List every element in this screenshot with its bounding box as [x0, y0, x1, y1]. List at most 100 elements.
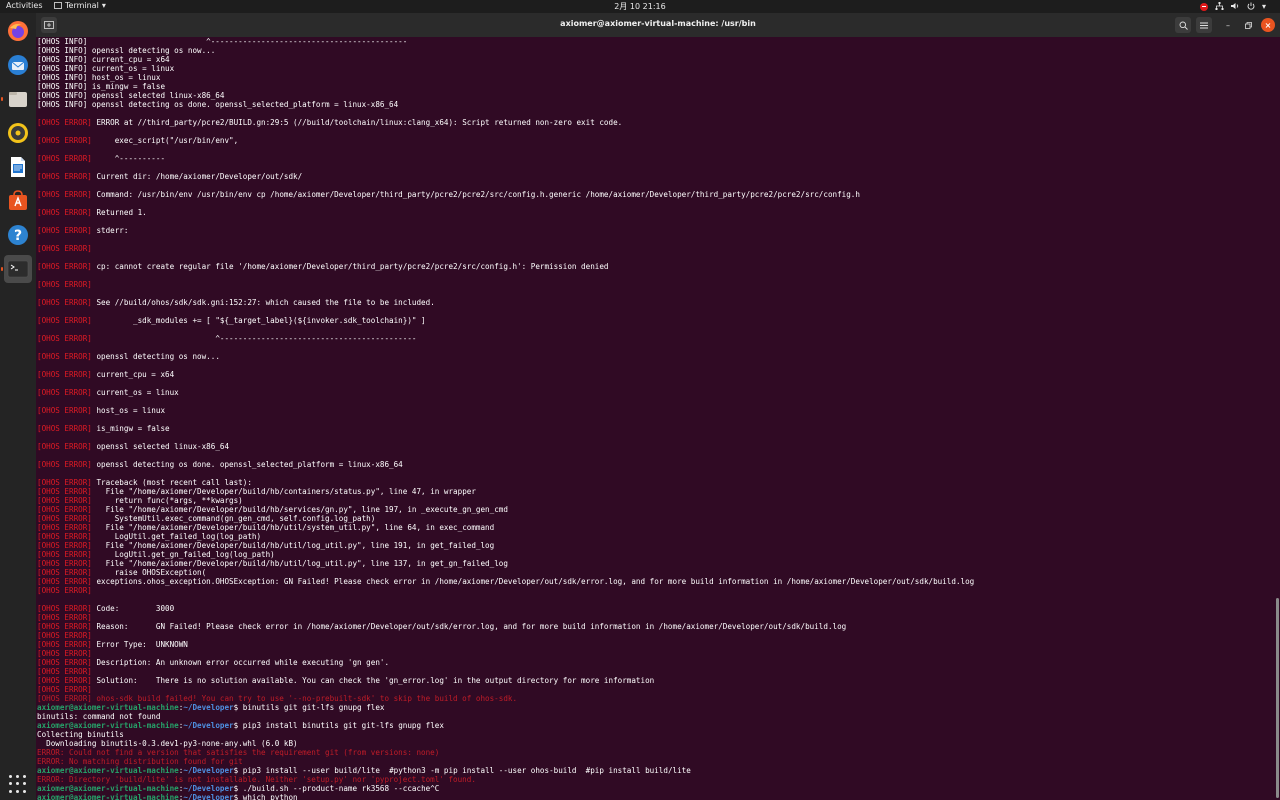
terminal-line: [OHOS ERROR] Returned 1. — [37, 208, 1272, 217]
prompt-dollar: $ — [233, 766, 243, 775]
error-line-text: ERROR: Directory 'build/lite' is not ins… — [37, 775, 476, 784]
line-text: ^---------- — [91, 154, 166, 163]
prompt-path: ~/Developer — [183, 784, 234, 793]
restore-icon — [1244, 21, 1252, 29]
terminal-line: [OHOS ERROR] — [37, 244, 1272, 253]
minimize-icon: – — [1226, 20, 1230, 30]
show-applications-button[interactable] — [9, 775, 27, 793]
error-tag: [OHOS ERROR] — [37, 496, 92, 505]
search-button[interactable] — [1175, 17, 1191, 33]
terminal-line: [OHOS ERROR] — [37, 631, 1272, 640]
dock-thunderbird[interactable] — [4, 51, 32, 79]
rhythmbox-icon — [8, 123, 28, 143]
do-not-disturb-icon[interactable] — [1199, 2, 1208, 11]
line-text: Description: An unknown error occurred w… — [91, 658, 390, 667]
line-text: Downloading binutils-0.3.dev1-py3-none-a… — [37, 739, 298, 748]
network-icon[interactable] — [1215, 1, 1224, 12]
line-text: File "/home/axiomer/Developer/build/hb/u… — [91, 523, 495, 532]
error-tag: [OHOS ERROR] — [37, 460, 92, 469]
line-text: [OHOS INFO] openssl detecting os done. o… — [37, 100, 399, 109]
terminal-line: [OHOS INFO] openssl selected linux-x86_6… — [37, 91, 1272, 100]
terminal-line: [OHOS ERROR] File "/home/axiomer/Develop… — [37, 505, 1272, 514]
line-text: [OHOS INFO] ^---------------------------… — [37, 37, 408, 46]
terminal-line: axiomer@axiomer-virtual-machine:~/Develo… — [37, 784, 1272, 793]
line-text: [OHOS INFO] current_os = linux — [37, 64, 175, 73]
terminal-line: [OHOS ERROR] openssl selected linux-x86_… — [37, 442, 1272, 451]
command-text: ./build.sh --product-name rk3568 --ccach… — [242, 784, 440, 793]
terminal-icon — [7, 260, 29, 278]
dock-software[interactable] — [4, 187, 32, 215]
prompt-dollar: $ — [233, 703, 243, 712]
error-tag: [OHOS ERROR] — [37, 622, 92, 631]
line-text: cp: cannot create regular file '/home/ax… — [91, 262, 609, 271]
volume-icon[interactable] — [1230, 2, 1240, 12]
software-icon — [9, 190, 27, 210]
error-tag: [OHOS ERROR] — [37, 604, 92, 613]
writer-icon — [11, 157, 25, 177]
line-text: LogUtil.get_gn_failed_log(log_path) — [91, 550, 275, 559]
line-text — [92, 586, 97, 595]
error-tag: [OHOS ERROR] — [37, 613, 92, 622]
line-text: LogUtil.get_failed_log(log_path) — [91, 532, 262, 541]
error-tag: [OHOS ERROR] — [37, 541, 92, 550]
line-text: Collecting binutils — [37, 730, 124, 739]
error-tag: [OHOS ERROR] — [37, 550, 92, 559]
error-line-text: [OHOS ERROR] ohos-sdk build failed! You … — [37, 694, 518, 703]
error-tag: [OHOS ERROR] — [37, 442, 92, 451]
terminal-line: [OHOS ERROR] Error Type: UNKNOWN — [37, 640, 1272, 649]
dock-files[interactable] — [4, 85, 32, 113]
terminal-line: [OHOS ERROR] cp: cannot create regular f… — [37, 262, 1272, 271]
prompt-path: ~/Developer — [183, 793, 234, 800]
terminal-line: axiomer@axiomer-virtual-machine:~/Develo… — [37, 793, 1272, 800]
error-tag: [OHOS ERROR] — [37, 172, 92, 181]
line-text: current_os = linux — [91, 388, 179, 397]
dock-terminal[interactable] — [4, 255, 32, 283]
terminal-line: [OHOS INFO] current_os = linux — [37, 64, 1272, 73]
error-tag: [OHOS ERROR] — [37, 514, 92, 523]
terminal-line: ERROR: No matching distribution found fo… — [37, 757, 1272, 766]
line-text — [92, 244, 97, 253]
dock-rhythmbox[interactable] — [4, 119, 32, 147]
system-tray[interactable]: ▾ — [1199, 0, 1266, 13]
line-text: [OHOS INFO] current_cpu = x64 — [37, 55, 170, 64]
close-button[interactable]: × — [1261, 18, 1275, 32]
terminal-output[interactable]: [OHOS INFO] ^---------------------------… — [36, 37, 1272, 800]
terminal-line: [OHOS ERROR] SystemUtil.exec_command(gn_… — [37, 514, 1272, 523]
dock: ? — [0, 13, 36, 800]
terminal-line: [OHOS ERROR] openssl detecting os done. … — [37, 460, 1272, 469]
chevron-down-icon[interactable]: ▾ — [1262, 2, 1266, 11]
menu-button[interactable] — [1196, 17, 1212, 33]
terminal-line: [OHOS ERROR] _sdk_modules += [ "${_targe… — [37, 316, 1272, 325]
line-text: [OHOS INFO] openssl detecting os now... — [37, 46, 216, 55]
dock-writer[interactable] — [4, 153, 32, 181]
line-text: Returned 1. — [91, 208, 147, 217]
command-text: pip3 install binutils git git-lfs gnupg … — [242, 721, 444, 730]
error-tag: [OHOS ERROR] — [37, 154, 92, 163]
line-text: File "/home/axiomer/Developer/build/hb/s… — [91, 505, 508, 514]
error-tag: [OHOS ERROR] — [37, 406, 92, 415]
search-icon — [1179, 21, 1188, 30]
minimize-button[interactable]: – — [1221, 18, 1235, 32]
power-icon[interactable] — [1247, 2, 1255, 12]
dock-help[interactable]: ? — [4, 221, 32, 249]
terminal-window[interactable]: axiomer@axiomer-virtual-machine: /usr/bi… — [36, 13, 1280, 800]
dock-firefox[interactable] — [4, 17, 32, 45]
terminal-line: [OHOS ERROR] Traceback (most recent call… — [37, 478, 1272, 487]
scrollbar[interactable] — [1276, 598, 1279, 798]
clock[interactable]: 2月 10 21:16 — [0, 1, 1280, 12]
terminal-line: axiomer@axiomer-virtual-machine:~/Develo… — [37, 703, 1272, 712]
header-bar[interactable]: axiomer@axiomer-virtual-machine: /usr/bi… — [36, 13, 1280, 37]
restore-button[interactable] — [1241, 18, 1255, 32]
prompt-path: ~/Developer — [183, 703, 234, 712]
error-tag: [OHOS ERROR] — [37, 316, 92, 325]
terminal-line: [OHOS ERROR] — [37, 613, 1272, 622]
error-tag: [OHOS ERROR] — [37, 280, 92, 289]
